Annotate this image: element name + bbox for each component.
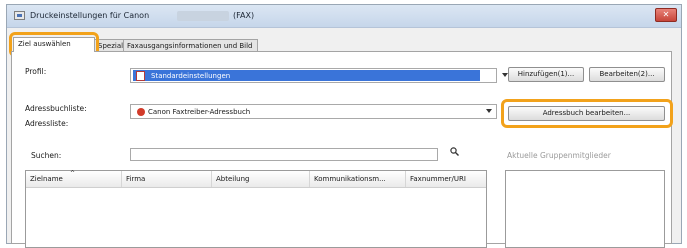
group-members-list[interactable] [505, 170, 665, 248]
address-book-select[interactable]: Canon Faxtreiber-Adressbuch [130, 104, 497, 119]
close-button[interactable]: ✕ [655, 8, 677, 22]
address-book-icon [137, 108, 145, 116]
close-icon: ✕ [662, 10, 670, 19]
add-profile-button[interactable]: Hinzufügen(1)... [508, 67, 584, 82]
profile-select[interactable]: Standardeinstellungen [130, 68, 508, 83]
search-icon[interactable] [450, 147, 459, 156]
chevron-down-icon [486, 109, 492, 113]
search-input[interactable] [130, 148, 438, 161]
blurred-model-name [177, 11, 229, 21]
column-header-kommunikation[interactable]: Kommunikationsm... [310, 171, 406, 187]
column-header-abteilung[interactable]: Abteilung [212, 171, 310, 187]
address-list-view[interactable]: Zielname ^ Firma Abteilung Kommunikations… [25, 170, 487, 248]
edit-profile-button[interactable]: Bearbeiten(2)... [589, 67, 665, 82]
tab-ziel-auswaehlen[interactable]: Ziel auswählen [13, 37, 95, 52]
column-header-faxnummer[interactable]: Faxnummer/URI [406, 171, 488, 187]
group-members-label: Aktuelle Gruppenmitglieder [507, 151, 611, 160]
search-label: Suchen: [31, 151, 62, 160]
window-title-suffix: (FAX) [233, 11, 255, 20]
window-title: Druckeinstellungen für Canon [30, 11, 150, 20]
address-book-value: Canon Faxtreiber-Adressbuch [148, 108, 251, 116]
profile-icon [136, 71, 145, 81]
profile-value: Standardeinstellungen [151, 72, 231, 80]
column-header-label: Zielname [30, 175, 63, 183]
title-bar: Druckeinstellungen für Canon (FAX) ✕ [7, 5, 681, 28]
address-book-label: Adressbuchliste: [25, 104, 87, 113]
profile-label: Profil: [25, 67, 47, 76]
address-list-label: Adressliste: [25, 119, 69, 128]
column-header-zielname[interactable]: Zielname ^ [26, 170, 122, 187]
list-header: Zielname ^ Firma Abteilung Kommunikations… [26, 170, 488, 188]
sort-ascending-icon: ^ [70, 170, 76, 177]
edit-address-book-button[interactable]: Adressbuch bearbeiten... [508, 106, 665, 121]
printer-icon [14, 11, 25, 20]
column-header-firma[interactable]: Firma [122, 171, 212, 187]
